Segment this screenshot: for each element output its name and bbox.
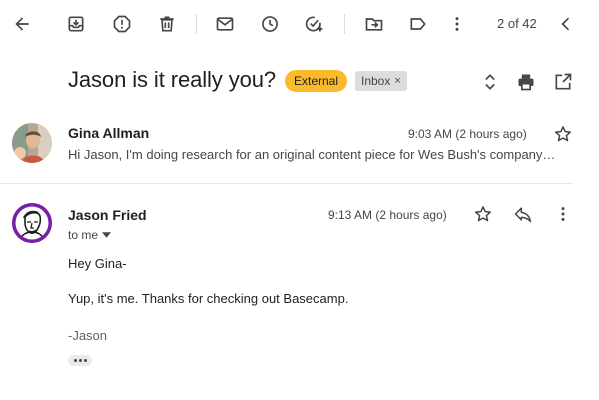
- email-subject: Jason is it really you?: [68, 67, 277, 92]
- message-body-line: Yup, it's me. Thanks for checking out Ba…: [68, 291, 349, 306]
- external-badge: External: [285, 70, 348, 92]
- sender-name: Jason Fried: [68, 207, 147, 223]
- mark-unread-icon[interactable]: [210, 9, 240, 39]
- message-collapsed[interactable]: Gina Allman 9:03 AM (2 hours ago) Hi Jas…: [0, 116, 599, 178]
- ellipsis-dot: [83, 359, 87, 362]
- snooze-icon[interactable]: [255, 9, 285, 39]
- show-trimmed-content-button[interactable]: [68, 355, 92, 366]
- reply-icon[interactable]: [511, 202, 535, 226]
- toolbar: 2 of 42: [0, 0, 599, 48]
- delete-icon[interactable]: [152, 9, 182, 39]
- subject-row: Jason is it really you? External Inbox ×: [0, 60, 599, 104]
- recipients-label: to me: [68, 228, 99, 242]
- report-spam-icon[interactable]: [107, 9, 137, 39]
- star-icon[interactable]: [471, 202, 495, 226]
- expand-collapse-icon[interactable]: [476, 68, 504, 96]
- move-to-icon[interactable]: [359, 9, 389, 39]
- inbox-label-chip[interactable]: Inbox ×: [355, 71, 407, 91]
- toolbar-divider: [344, 14, 345, 34]
- pagination-label: 2 of 42: [497, 16, 537, 31]
- open-in-new-window-icon[interactable]: [549, 68, 577, 96]
- more-vert-icon[interactable]: [551, 202, 575, 226]
- avatar: [12, 203, 52, 243]
- sender-name: Gina Allman: [68, 125, 150, 141]
- previous-chevron-icon[interactable]: [551, 9, 581, 39]
- remove-label-icon[interactable]: ×: [394, 71, 400, 91]
- ellipsis-dot: [78, 359, 82, 362]
- inbox-label-text: Inbox: [361, 74, 391, 88]
- back-arrow-icon[interactable]: [7, 9, 37, 39]
- print-icon[interactable]: [512, 68, 540, 96]
- toolbar-divider: [196, 14, 197, 34]
- message-expanded: Jason Fried 9:13 AM (2 hours ago) to me …: [0, 196, 599, 396]
- ellipsis-dot: [73, 359, 77, 362]
- more-vert-icon[interactable]: [442, 9, 472, 39]
- label-icon[interactable]: [403, 9, 433, 39]
- archive-icon[interactable]: [61, 9, 91, 39]
- message-time: 9:03 AM (2 hours ago): [408, 127, 527, 141]
- add-to-tasks-icon[interactable]: [299, 9, 329, 39]
- message-divider: [0, 183, 573, 184]
- recipients-dropdown[interactable]: to me: [68, 228, 112, 242]
- message-body-line: Hey Gina-: [68, 256, 127, 271]
- chevron-down-icon: [102, 232, 112, 238]
- message-snippet: Hi Jason, I'm doing research for an orig…: [68, 147, 556, 162]
- message-signature: -Jason: [68, 328, 108, 343]
- avatar: [12, 123, 52, 163]
- star-icon[interactable]: [551, 122, 575, 146]
- message-time: 9:13 AM (2 hours ago): [328, 208, 447, 222]
